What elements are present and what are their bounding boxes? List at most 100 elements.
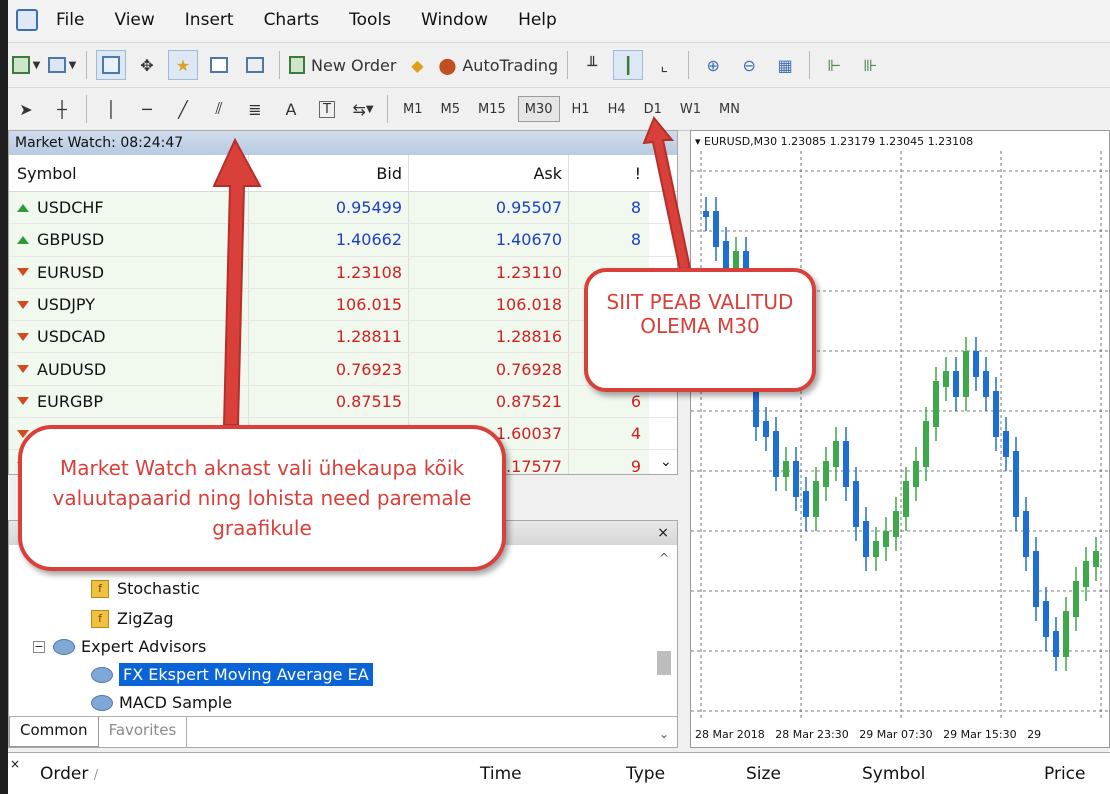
menu-insert[interactable]: Insert <box>185 10 234 30</box>
tf-w1[interactable]: W1 <box>674 96 707 122</box>
col-price[interactable]: Price <box>1044 764 1085 784</box>
ask-cell: 1.28816 <box>409 321 569 353</box>
col-order[interactable]: Order / <box>40 764 98 784</box>
table-row[interactable]: EURGBP 0.87515 0.87521 6 <box>9 385 677 419</box>
bar-chart-button[interactable]: ╨ <box>577 50 607 80</box>
cursor-button[interactable]: ➤ <box>11 94 41 124</box>
table-row[interactable]: AUDUSD 0.76923 0.76928 <box>9 353 677 386</box>
chart-window[interactable]: ▾ EURUSD,M30 1.23085 1.23179 1.23045 1.2… <box>690 130 1110 748</box>
arrows-button[interactable]: ⇆ ▼ <box>348 94 378 124</box>
tf-h1[interactable]: H1 <box>566 96 596 122</box>
candle-body <box>1063 611 1069 657</box>
new-chart-icon <box>11 56 30 74</box>
col-type[interactable]: Type <box>626 764 665 784</box>
navigator-close-icon[interactable]: × <box>657 525 669 541</box>
tf-d1[interactable]: D1 <box>638 96 668 122</box>
fibonacci-button[interactable]: ≣ <box>240 94 270 124</box>
text-button[interactable]: A <box>276 94 306 124</box>
tree-item-expert-advisors[interactable]: − Expert Advisors <box>33 637 206 656</box>
data-window-toggle[interactable]: ✥ <box>132 50 162 80</box>
menu-charts[interactable]: Charts <box>264 10 320 30</box>
navigator-scrollbar[interactable]: ^ ⌄ <box>655 551 673 741</box>
bid-cell: 106.015 <box>249 288 409 321</box>
tf-mn[interactable]: MN <box>713 96 746 122</box>
col-time[interactable]: Time <box>480 764 522 784</box>
candle-body <box>1003 431 1009 457</box>
tab-common[interactable]: Common <box>9 717 99 747</box>
price-chart[interactable] <box>691 131 1110 748</box>
terminal-close-icon[interactable]: × <box>10 757 20 771</box>
table-row[interactable]: USDJPY 106.015 106.018 <box>9 288 677 322</box>
zoom-in-button[interactable]: ⊕ <box>698 50 728 80</box>
tile-windows-button[interactable]: ▦ <box>770 50 800 80</box>
chart-header: ▾ EURUSD,M30 1.23085 1.23179 1.23045 1.2… <box>695 135 974 148</box>
navigator-toggle[interactable]: ★ <box>168 50 198 80</box>
menu-window[interactable]: Window <box>421 10 488 30</box>
candle-body <box>1043 601 1049 637</box>
metaeditor-button[interactable]: ◆ <box>402 50 432 80</box>
tf-m30[interactable]: M30 <box>517 96 560 122</box>
col-size[interactable]: Size <box>746 764 781 784</box>
terminal-toggle[interactable] <box>204 50 234 80</box>
tree-item-stochastic[interactable]: f Stochastic <box>91 579 200 598</box>
scroll-up-icon[interactable]: ^ <box>659 551 669 565</box>
market-watch-title: Market Watch: 08:24:47 <box>9 131 677 155</box>
tree-item-macd-sample[interactable]: MACD Sample <box>91 693 232 712</box>
tf-m15[interactable]: M15 <box>472 96 512 122</box>
collapse-icon[interactable]: − <box>33 640 45 653</box>
menu-tools[interactable]: Tools <box>349 10 391 30</box>
horizontal-line-button[interactable]: ─ <box>132 94 162 124</box>
bid-cell: 1.23108 <box>249 256 409 288</box>
chart-shift-button[interactable]: ⊪ <box>855 50 885 80</box>
market-watch-toggle[interactable] <box>96 50 126 80</box>
col-bid[interactable]: Bid <box>249 155 409 191</box>
col-ask[interactable]: Ask <box>409 155 569 191</box>
line-chart-button[interactable]: ⌞ <box>649 50 679 80</box>
candlestick-button[interactable]: ┃ <box>613 50 644 80</box>
tf-m1[interactable]: M1 <box>397 96 429 122</box>
text-label-button[interactable]: T <box>312 94 342 124</box>
menu-help[interactable]: Help <box>518 10 557 30</box>
market-watch-header: Symbol Bid Ask ! <box>9 155 677 192</box>
scroll-thumb[interactable] <box>657 651 671 675</box>
tree-item-zigzag[interactable]: f ZigZag <box>91 609 173 628</box>
table-row[interactable]: USDCAD 1.28811 1.28816 <box>9 321 677 354</box>
candle-body <box>843 441 849 487</box>
vertical-line-button[interactable]: │ <box>96 94 126 124</box>
callout-market-watch: Market Watch aknast vali ühekaupa kõik v… <box>18 425 506 571</box>
auto-scroll-button[interactable]: ⊩ <box>819 50 849 80</box>
menu-view[interactable]: View <box>114 10 154 30</box>
tf-h4[interactable]: H4 <box>602 96 632 122</box>
tile-icon: ▦ <box>777 55 793 75</box>
time-label: 28 Mar 2018 <box>695 728 765 741</box>
candle-body <box>883 531 889 547</box>
autotrading-button[interactable]: ⬤ AutoTrading <box>438 50 558 80</box>
zoom-out-button[interactable]: ⊖ <box>734 50 764 80</box>
new-order-icon <box>289 56 305 74</box>
table-row[interactable]: EURUSD 1.23108 1.23110 <box>9 256 677 289</box>
tf-m5[interactable]: M5 <box>435 96 467 122</box>
symbol-cell: EURGBP <box>9 385 249 418</box>
expert-advisor-icon <box>91 666 113 683</box>
profiles-button[interactable]: ▼ <box>47 50 77 80</box>
tree-item-fx-ekspert[interactable]: FX Ekspert Moving Average EA <box>91 663 373 686</box>
table-row[interactable]: GBPUSD 1.40662 1.40670 8 <box>9 224 677 257</box>
new-chart-button[interactable]: ▼ <box>11 50 41 80</box>
candle-body <box>793 461 799 497</box>
menu-bar: File View Insert Charts Tools Window Hel… <box>8 0 1110 40</box>
strategy-tester-toggle[interactable] <box>240 50 270 80</box>
channel-button[interactable]: ⫽ <box>204 94 234 124</box>
candle-body <box>853 481 859 527</box>
menu-file[interactable]: File <box>56 10 84 30</box>
col-spread[interactable]: ! <box>569 155 649 191</box>
candle-body <box>893 511 899 537</box>
price-down-icon <box>17 365 29 374</box>
new-order-button[interactable]: New Order <box>289 50 396 80</box>
trendline-button[interactable]: ╱ <box>168 94 198 124</box>
crosshair-button[interactable]: ┼ <box>47 94 77 124</box>
terminal-panel: × Order / Time Type Size Symbol Price <box>8 752 1110 794</box>
col-symbol[interactable]: Symbol <box>9 155 249 191</box>
tab-favorites[interactable]: Favorites <box>99 717 188 747</box>
col-symbol[interactable]: Symbol <box>862 764 925 784</box>
table-row[interactable]: USDCHF 0.95499 0.95507 8 <box>9 192 677 225</box>
